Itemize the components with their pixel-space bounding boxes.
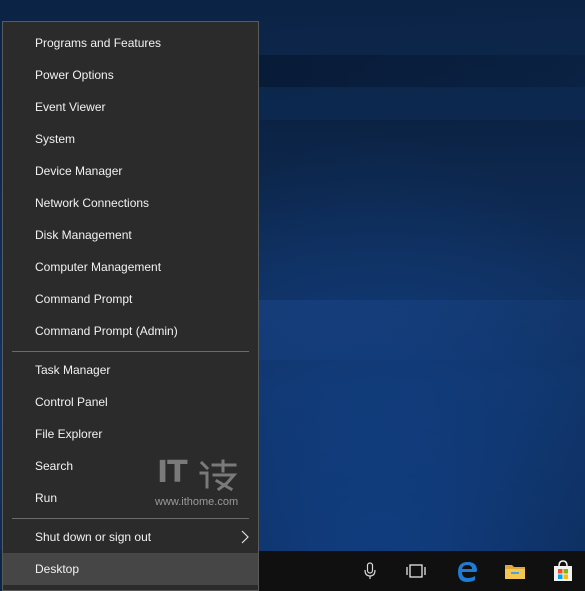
microphone-button[interactable] [355,551,385,591]
watermark-url: www.ithome.com [155,496,239,508]
task-view-button[interactable] [392,551,440,591]
menu-item-desktop[interactable]: Desktop [3,553,258,585]
menu-separator [12,351,249,352]
wallpaper-light-band [250,55,585,87]
file-explorer-button[interactable] [491,551,539,591]
menu-item-computer-management[interactable]: Computer Management [3,251,258,283]
watermark-brand: IT [157,455,188,490]
menu-item-label: Shut down or sign out [35,530,152,544]
menu-item-programs-and-features[interactable]: Programs and Features [3,27,258,59]
menu-item-control-panel[interactable]: Control Panel [3,386,258,418]
menu-item-power-options[interactable]: Power Options [3,59,258,91]
menu-separator [12,518,249,519]
file-explorer-icon [505,565,525,579]
edge-button[interactable] [443,551,491,591]
menu-item-device-manager[interactable]: Device Manager [3,155,258,187]
menu-item-task-manager[interactable]: Task Manager [3,354,258,386]
menu-item-event-viewer[interactable]: Event Viewer [3,91,258,123]
wallpaper-glow [250,300,585,360]
wallpaper-shade [250,120,585,270]
task-view-icon [406,564,426,578]
menu-item-file-explorer[interactable]: File Explorer [3,418,258,450]
edge-icon [458,562,477,582]
menu-item-command-prompt[interactable]: Command Prompt [3,283,258,315]
menu-item-network-connections[interactable]: Network Connections [3,187,258,219]
chevron-right-icon [241,530,249,544]
store-icon [553,560,572,581]
taskbar [259,551,585,591]
menu-item-command-prompt-admin[interactable]: Command Prompt (Admin) [3,315,258,347]
watermark-logo-icon [199,459,238,491]
microphone-icon [364,562,376,579]
store-button[interactable] [540,551,585,591]
menu-item-system[interactable]: System [3,123,258,155]
menu-item-shut-down-or-sign-out[interactable]: Shut down or sign out [3,521,258,553]
menu-item-disk-management[interactable]: Disk Management [3,219,258,251]
watermark: IT www.ithome.com [155,455,250,510]
